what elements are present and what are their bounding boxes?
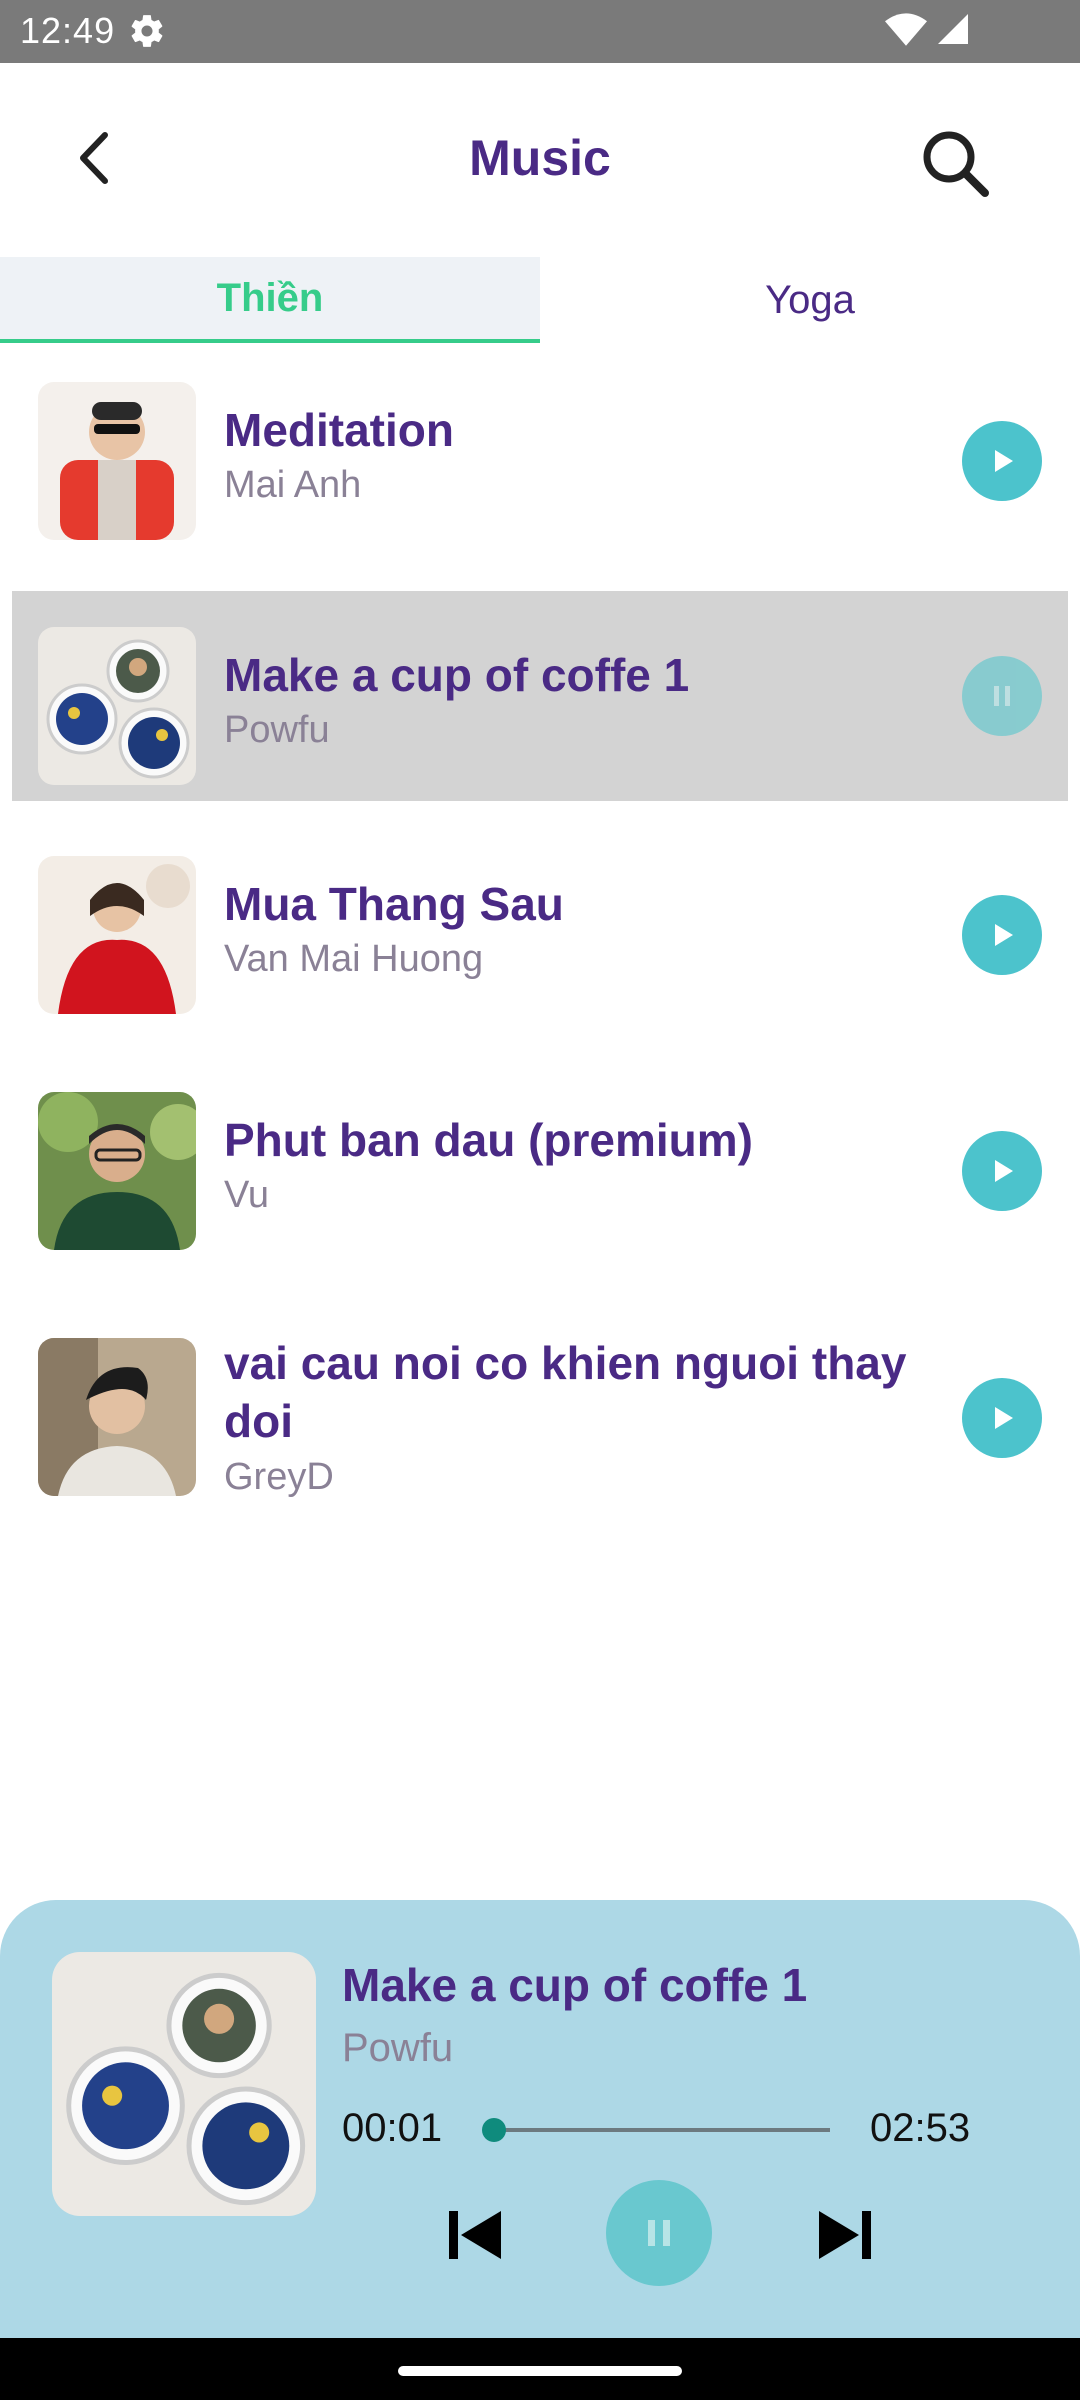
album-art bbox=[38, 382, 196, 540]
track-row[interactable]: Phut ban dau (premium) Vu bbox=[12, 1056, 1068, 1266]
pause-button[interactable] bbox=[962, 656, 1042, 736]
album-art bbox=[38, 1338, 196, 1496]
play-button[interactable] bbox=[962, 421, 1042, 501]
tab-yoga[interactable]: Yoga bbox=[540, 257, 1080, 343]
search-icon bbox=[923, 131, 989, 197]
player-track-artist: Powfu bbox=[342, 2026, 454, 2070]
track-artist: Mai Anh bbox=[224, 464, 362, 506]
skip-next-icon bbox=[819, 2211, 871, 2259]
play-icon bbox=[995, 1407, 1013, 1429]
player-track-title: Make a cup of coffe 1 bbox=[342, 1959, 808, 2011]
status-bar: 12:49 bbox=[0, 0, 1080, 63]
album-art bbox=[38, 1092, 196, 1250]
track-row[interactable]: vai cau noi co khien nguoi thay doi Grey… bbox=[12, 1302, 1068, 1542]
app-header: Music bbox=[0, 63, 1080, 253]
home-indicator[interactable] bbox=[398, 2366, 682, 2376]
track-title: Mua Thang Sau bbox=[224, 878, 564, 930]
category-tabs: Thiền Yoga bbox=[0, 257, 1080, 343]
total-time: 02:53 bbox=[870, 2106, 971, 2150]
track-title: Meditation bbox=[224, 404, 454, 456]
play-button[interactable] bbox=[962, 895, 1042, 975]
play-icon bbox=[995, 924, 1013, 946]
pause-button[interactable] bbox=[606, 2180, 712, 2286]
search-button[interactable] bbox=[915, 123, 995, 203]
play-icon bbox=[995, 450, 1013, 472]
track-artist: Powfu bbox=[224, 709, 330, 751]
status-time: 12:49 bbox=[20, 10, 116, 51]
track-artist: GreyD bbox=[224, 1456, 334, 1498]
signal-icon bbox=[938, 14, 968, 44]
track-title: Make a cup of coffe 1 bbox=[224, 649, 690, 701]
album-art bbox=[38, 856, 196, 1014]
player-album-art bbox=[52, 1952, 316, 2216]
previous-button[interactable] bbox=[440, 2200, 510, 2270]
pause-icon bbox=[648, 2220, 670, 2246]
track-artist: Van Mai Huong bbox=[224, 938, 484, 980]
progress-slider[interactable] bbox=[480, 2118, 830, 2142]
gear-icon bbox=[131, 15, 163, 47]
album-art bbox=[38, 627, 196, 785]
track-title: vai cau noi co khien nguoi thay doi bbox=[224, 1337, 907, 1447]
track-row-selected[interactable]: Make a cup of coffe 1 Powfu bbox=[12, 591, 1068, 801]
wifi-icon bbox=[885, 13, 927, 46]
track-row[interactable]: Mua Thang Sau Van Mai Huong bbox=[12, 820, 1068, 1030]
play-button[interactable] bbox=[962, 1131, 1042, 1211]
play-button[interactable] bbox=[962, 1378, 1042, 1458]
track-row[interactable]: Meditation Mai Anh bbox=[12, 346, 1068, 556]
current-time: 00:01 bbox=[342, 2106, 443, 2150]
track-title: Phut ban dau (premium) bbox=[224, 1114, 753, 1166]
progress-thumb[interactable] bbox=[481, 2118, 506, 2142]
now-playing-panel: Make a cup of coffe 1 Powfu 00:01 02:53 bbox=[0, 1900, 1080, 2340]
pause-icon bbox=[994, 686, 1010, 706]
system-nav-bar bbox=[0, 2338, 1080, 2400]
tab-thien[interactable]: Thiền bbox=[0, 257, 540, 343]
play-icon bbox=[995, 1160, 1013, 1182]
progress-track bbox=[492, 2128, 830, 2132]
next-button[interactable] bbox=[810, 2200, 880, 2270]
track-artist: Vu bbox=[224, 1174, 270, 1216]
skip-previous-icon bbox=[449, 2211, 501, 2259]
